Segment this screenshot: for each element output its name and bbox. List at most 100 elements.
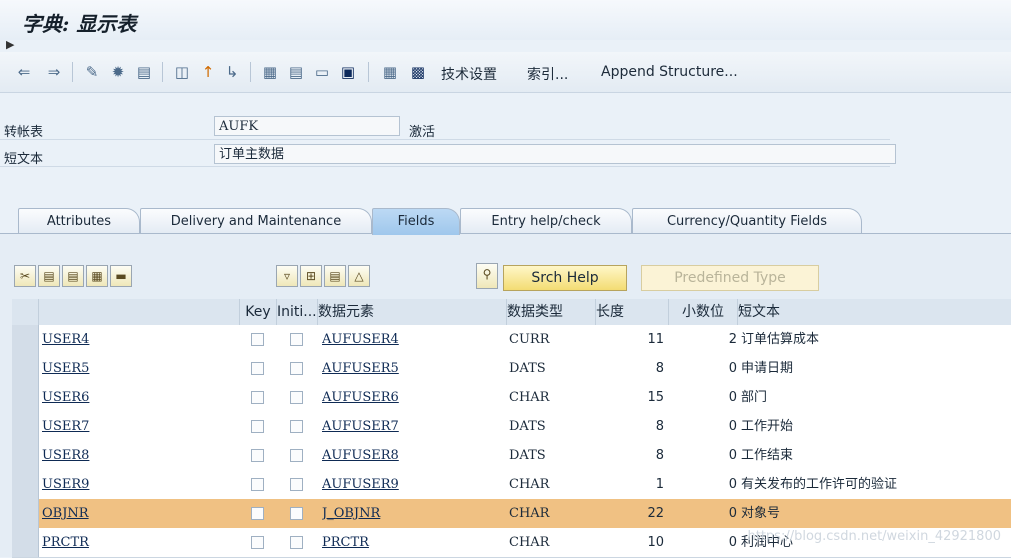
- field-name-cell[interactable]: OBJNR: [42, 499, 232, 528]
- grid-icon[interactable]: ▩: [408, 62, 428, 82]
- screen-icon[interactable]: ▭: [312, 62, 332, 82]
- field-name-cell[interactable]: USER5: [42, 354, 232, 383]
- expand-icon[interactable]: ⊞: [300, 265, 322, 287]
- predefined-type-button[interactable]: Predefined Type: [641, 265, 819, 291]
- column-header-field[interactable]: [39, 299, 240, 325]
- column-header-key[interactable]: Key: [240, 299, 277, 325]
- initial-values-checkbox[interactable]: [290, 449, 303, 462]
- initial-values-checkbox[interactable]: [290, 391, 303, 404]
- where-used-icon[interactable]: ▤: [134, 62, 154, 82]
- data-element-cell[interactable]: J_OBJNR: [322, 499, 502, 528]
- field-name-cell[interactable]: PRCTR: [42, 528, 232, 557]
- row-selector[interactable]: [12, 470, 39, 499]
- table-row[interactable]: USER5 AUFUSER5 DATS 8 0 申请日期: [12, 354, 1011, 384]
- column-header-short-text[interactable]: 短文本: [738, 299, 1011, 325]
- column-header-data-type[interactable]: 数据类型: [507, 299, 596, 325]
- table-row[interactable]: USER7 AUFUSER7 DATS 8 0 工作开始: [12, 412, 1011, 442]
- field-name-cell[interactable]: USER6: [42, 383, 232, 412]
- details-icon[interactable]: ▤: [324, 265, 346, 287]
- object-list-icon[interactable]: ◫: [172, 62, 192, 82]
- data-element-cell[interactable]: AUFUSER7: [322, 412, 502, 441]
- column-header-data-element[interactable]: 数据元素: [318, 299, 507, 325]
- paste-icon[interactable]: ▤: [62, 265, 84, 287]
- row-selector-header[interactable]: [12, 299, 39, 325]
- table-row[interactable]: USER8 AUFUSER8 DATS 8 0 工作结束: [12, 441, 1011, 471]
- column-header-length[interactable]: 长度: [596, 299, 669, 325]
- initial-values-checkbox[interactable]: [290, 507, 303, 520]
- initial-values-checkbox[interactable]: [290, 478, 303, 491]
- hierarchy-icon[interactable]: ▦: [260, 62, 280, 82]
- tab-currency-quantity-fields[interactable]: Currency/Quantity Fields: [632, 208, 862, 235]
- data-element-cell[interactable]: AUFUSER6: [322, 383, 502, 412]
- field-name-cell[interactable]: USER8: [42, 441, 232, 470]
- table-contents-icon[interactable]: ▤: [286, 62, 306, 82]
- decimals-cell: 2: [728, 332, 737, 347]
- key-icon[interactable]: ⚲: [476, 263, 498, 289]
- column-header-decimals[interactable]: 小数位: [669, 299, 738, 325]
- row-selector[interactable]: [12, 325, 39, 354]
- technical-icon[interactable]: ▦: [380, 62, 400, 82]
- initial-values-checkbox[interactable]: [290, 362, 303, 375]
- column-header-initial[interactable]: Initi...: [277, 299, 318, 325]
- initial-values-checkbox[interactable]: [290, 333, 303, 346]
- table-name-label: 转帐表: [4, 125, 44, 140]
- find-icon[interactable]: △: [348, 265, 370, 287]
- index-button[interactable]: 索引...: [527, 64, 568, 84]
- activate-icon[interactable]: ✹: [108, 62, 128, 82]
- back-icon[interactable]: ⇐: [14, 62, 34, 82]
- table-row[interactable]: OBJNR J_OBJNR CHAR 22 0 对象号: [12, 499, 1011, 529]
- information-icon[interactable]: ▣: [338, 62, 358, 82]
- key-checkbox[interactable]: [251, 362, 264, 375]
- table-row[interactable]: USER9 AUFUSER9 CHAR 1 0 有关发布的工作许可的验证: [12, 470, 1011, 500]
- short-text-field[interactable]: 订单主数据: [214, 144, 896, 164]
- table-name-field[interactable]: AUFK: [214, 116, 400, 136]
- key-checkbox[interactable]: [251, 507, 264, 520]
- field-name-cell[interactable]: USER7: [42, 412, 232, 441]
- table-row[interactable]: USER6 AUFUSER6 CHAR 15 0 部门: [12, 383, 1011, 413]
- navigation-icon[interactable]: ↳: [222, 62, 242, 82]
- search-help-button[interactable]: Srch Help: [503, 265, 627, 291]
- decimals-cell: 0: [728, 506, 737, 521]
- row-selector[interactable]: [12, 441, 39, 470]
- data-element-cell[interactable]: AUFUSER4: [322, 325, 502, 354]
- key-checkbox[interactable]: [251, 420, 264, 433]
- short-text-label: 短文本: [4, 152, 44, 167]
- data-element-cell[interactable]: AUFUSER8: [322, 441, 502, 470]
- initial-values-checkbox[interactable]: [290, 536, 303, 549]
- cut-icon[interactable]: ✂: [14, 265, 36, 287]
- row-selector[interactable]: [12, 528, 39, 557]
- tab-delivery-maintenance[interactable]: Delivery and Maintenance: [140, 208, 372, 235]
- delete-row-icon[interactable]: ▬: [110, 265, 132, 287]
- initial-values-checkbox[interactable]: [290, 420, 303, 433]
- tab-attributes[interactable]: Attributes: [18, 208, 140, 235]
- copy-icon[interactable]: ▤: [38, 265, 60, 287]
- data-element-cell[interactable]: PRCTR: [322, 528, 502, 557]
- data-element-cell[interactable]: AUFUSER5: [322, 354, 502, 383]
- filter-icon[interactable]: ▿: [276, 265, 298, 287]
- change-display-icon[interactable]: ✎: [82, 62, 102, 82]
- field-name-cell[interactable]: USER4: [42, 325, 232, 354]
- decimals-cell: 0: [728, 419, 737, 434]
- tab-entry-help-check[interactable]: Entry help/check: [460, 208, 632, 235]
- data-element-cell[interactable]: AUFUSER9: [322, 470, 502, 499]
- row-selector[interactable]: [12, 383, 39, 412]
- row-selector[interactable]: [12, 354, 39, 383]
- insert-row-icon[interactable]: ▦: [86, 265, 108, 287]
- table-row[interactable]: USER4 AUFUSER4 CURR 11 2 订单估算成本: [12, 325, 1011, 355]
- key-checkbox[interactable]: [251, 333, 264, 346]
- up-icon[interactable]: ↑: [198, 62, 218, 82]
- forward-icon[interactable]: ⇒: [44, 62, 64, 82]
- append-structure-button[interactable]: Append Structure...: [601, 64, 738, 80]
- technical-settings-button[interactable]: 技术设置: [441, 64, 497, 84]
- watermark: https://blog.csdn.net/weixin_42921800: [747, 529, 1001, 544]
- key-checkbox[interactable]: [251, 391, 264, 404]
- row-selector[interactable]: [12, 499, 39, 528]
- short-text-cell: 有关发布的工作许可的验证: [741, 477, 898, 492]
- divider: [0, 166, 890, 167]
- key-checkbox[interactable]: [251, 478, 264, 491]
- tab-fields[interactable]: Fields: [372, 208, 460, 235]
- key-checkbox[interactable]: [251, 449, 264, 462]
- key-checkbox[interactable]: [251, 536, 264, 549]
- field-name-cell[interactable]: USER9: [42, 470, 232, 499]
- row-selector[interactable]: [12, 412, 39, 441]
